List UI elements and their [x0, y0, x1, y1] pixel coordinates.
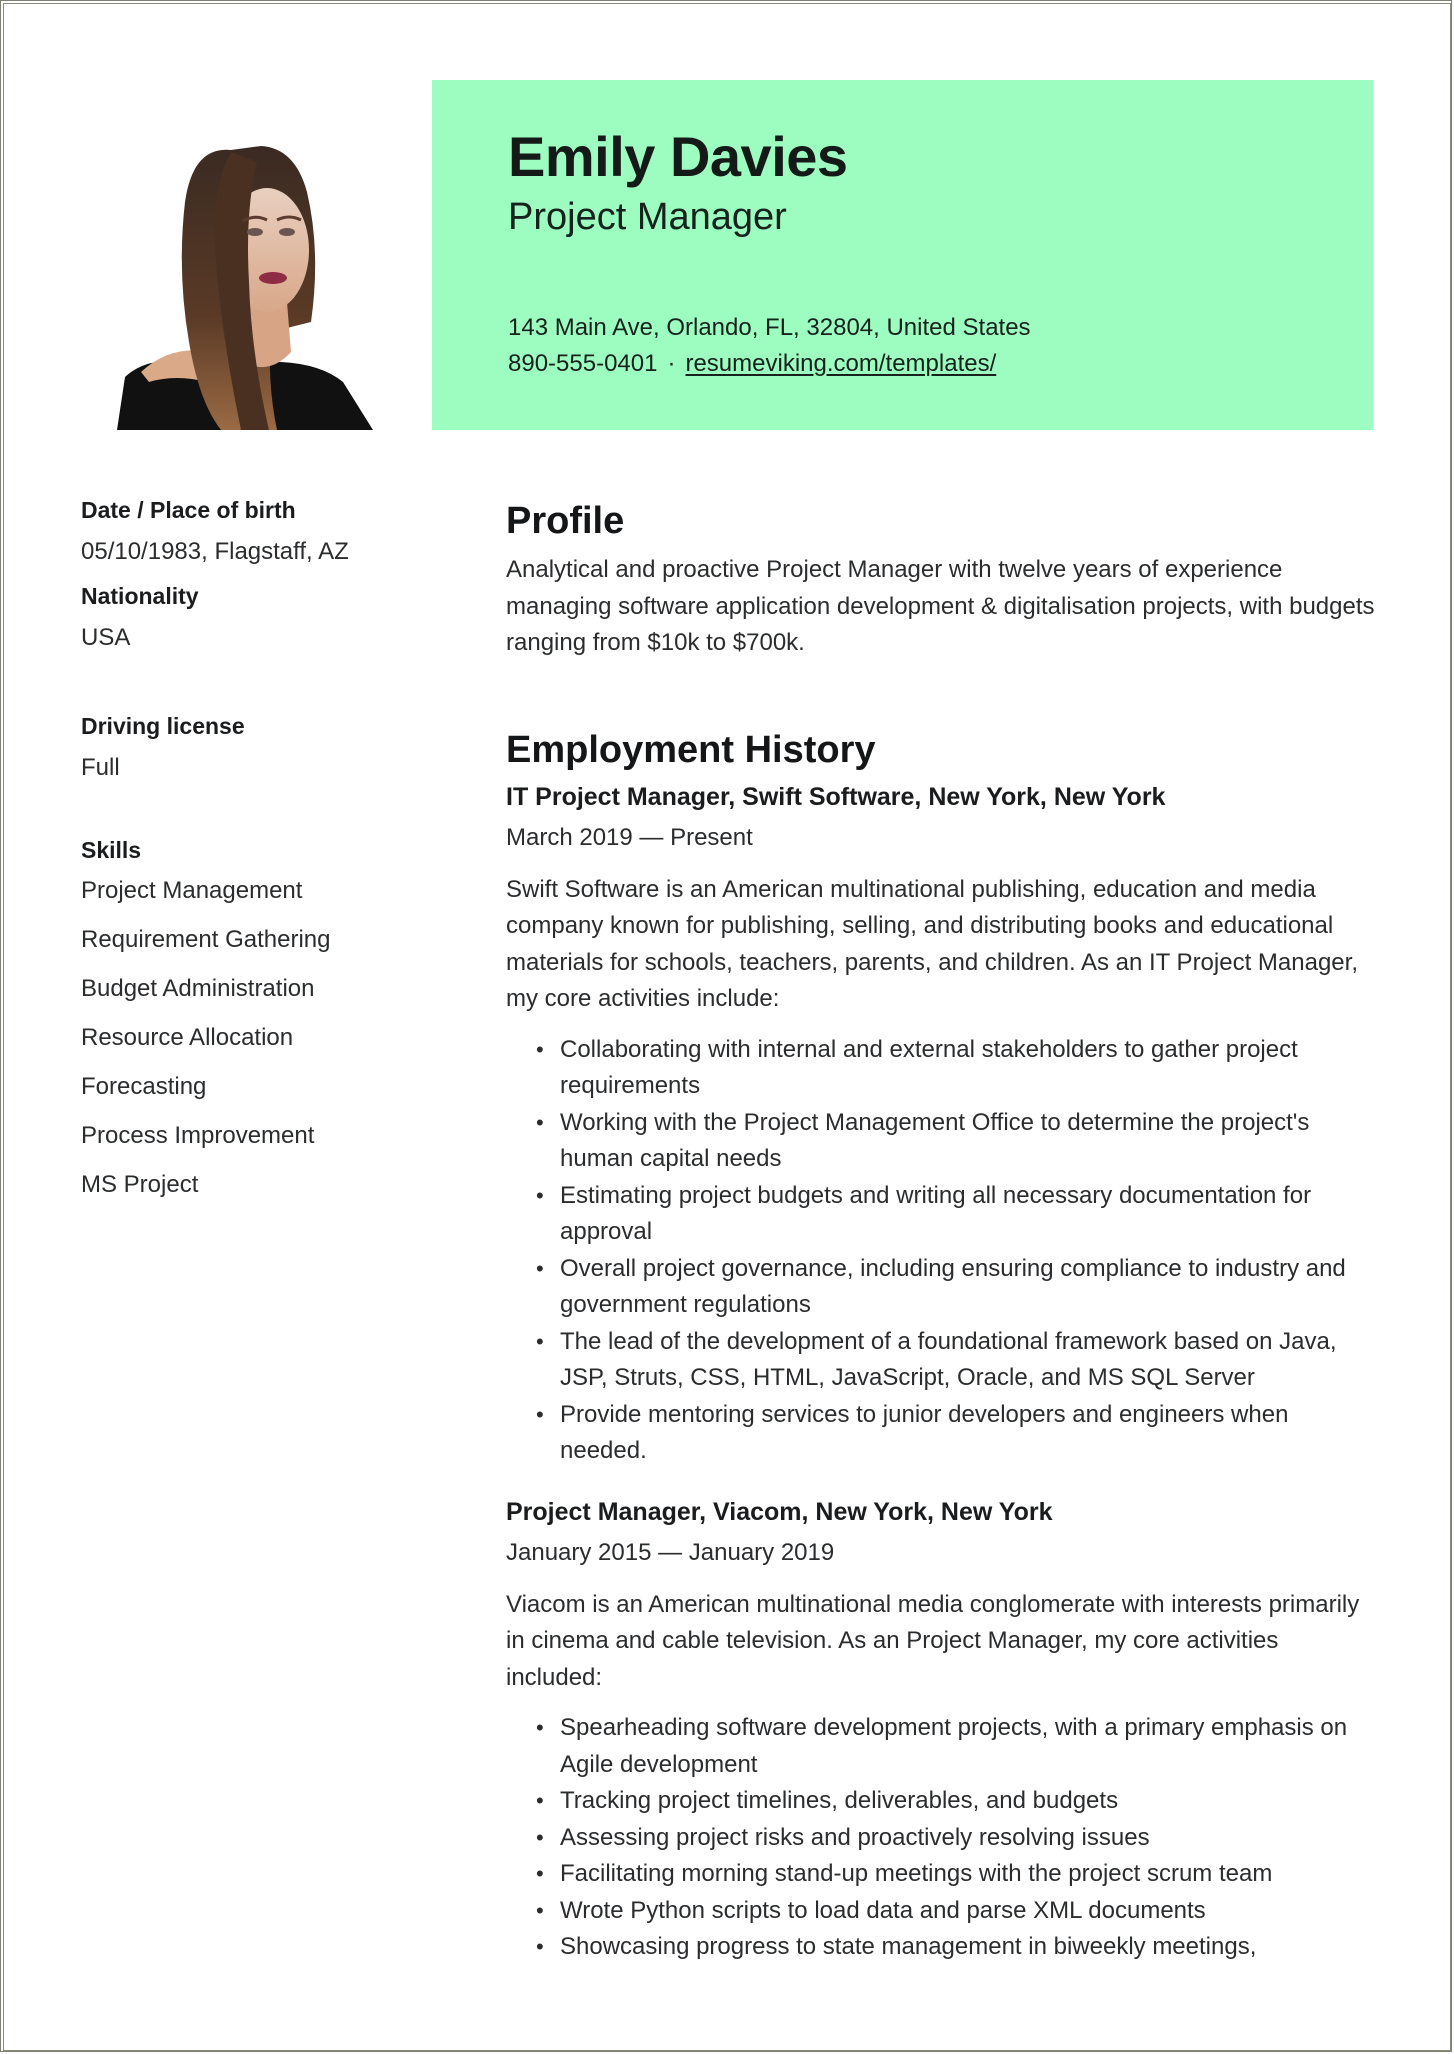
profile-summary: Analytical and proactive Project Manager…: [506, 556, 1375, 656]
skill-item: Requirement Gathering: [81, 926, 331, 953]
bullet-text: Estimating project budgets and writing a…: [560, 1181, 1312, 1246]
profile-heading: Profile: [506, 500, 625, 542]
nationality-value: USA: [81, 624, 131, 651]
job-bullets: • Spearheading software development proje…: [506, 1710, 1376, 1966]
birth-value: 05/10/1983, Flagstaff, AZ: [81, 538, 349, 565]
bullet-item: • Showcasing progress to state management…: [506, 1929, 1376, 1966]
bullet-item: • Overall project governance, including e…: [506, 1251, 1376, 1324]
contact-line: 890-555-0401 · resumeviking.com/templates/: [508, 350, 996, 378]
candidate-role: Project Manager: [508, 196, 787, 238]
driving-license-value: Full: [81, 754, 120, 781]
job-description: Viacom is an American multinational medi…: [506, 1590, 1360, 1691]
job-title: Project Manager, Viacom, New York, New Y…: [506, 1497, 1053, 1526]
bullet-item: • Provide mentoring services to junior de…: [506, 1397, 1376, 1470]
bullet-item: • The lead of the development of a founda…: [506, 1324, 1376, 1397]
bullet-icon: •: [536, 1401, 544, 1427]
bullet-text: The lead of the development of a foundat…: [560, 1327, 1337, 1392]
bullet-icon: •: [536, 1715, 544, 1740]
nationality-label: Nationality: [81, 583, 199, 609]
main-content: Profile Analytical and proactive Project…: [506, 496, 1376, 1966]
employment-heading: Employment History: [506, 728, 876, 771]
bullet-item: • Working with the Project Management Off…: [506, 1105, 1376, 1178]
bullet-text: Assessing project risks and proactively …: [560, 1823, 1150, 1851]
bullet-icon: •: [536, 1182, 544, 1208]
bullet-text: Overall project governance, including en…: [560, 1254, 1346, 1319]
bullet-item: • Tracking project timelines, deliverable…: [506, 1783, 1376, 1820]
bullet-text: Working with the Project Management Offi…: [560, 1108, 1310, 1173]
job-title: IT Project Manager, Swift Software, New …: [506, 782, 1166, 811]
website-link[interactable]: resumeviking.com/templates/: [685, 350, 996, 377]
job-entry: Project Manager, Viacom, New York, New Y…: [506, 1494, 1376, 1966]
bullet-text: Tracking project timelines, deliverables…: [560, 1787, 1119, 1814]
bullet-text: Spearheading software development projec…: [560, 1714, 1348, 1778]
bullet-icon: •: [536, 1328, 544, 1354]
sidebar: Date / Place of birth 05/10/1983, Flagst…: [81, 494, 411, 1217]
bullet-icon: •: [536, 1824, 544, 1850]
job-description: Swift Software is an American multinatio…: [506, 875, 1358, 1013]
job-dates: January 2015 — January 2019: [506, 1538, 835, 1566]
bullet-item: • Estimating project budgets and writing …: [506, 1178, 1376, 1251]
header-banner: Emily Davies Project Manager 143 Main Av…: [432, 80, 1373, 430]
bullet-icon: •: [536, 1788, 544, 1813]
bullet-item: • Facilitating morning stand-up meetings …: [506, 1856, 1376, 1893]
bullet-text: Collaborating with internal and external…: [560, 1035, 1298, 1100]
phone-number: 890-555-0401: [508, 350, 658, 377]
birth-label: Date / Place of birth: [81, 497, 296, 523]
job-dates: March 2019 — Present: [506, 823, 753, 851]
bullet-text: Provide mentoring services to junior dev…: [560, 1400, 1289, 1465]
job-entry: IT Project Manager, Swift Software, New …: [506, 779, 1376, 1470]
bullet-text: Showcasing progress to state management …: [560, 1933, 1257, 1960]
driving-license-label: Driving license: [81, 713, 245, 739]
bullet-icon: •: [536, 1934, 544, 1959]
bullet-item: • Assessing project risks and proactively…: [506, 1820, 1376, 1857]
skill-item: MS Project: [81, 1171, 199, 1198]
bullet-text: Wrote Python scripts to load data and pa…: [560, 1896, 1206, 1924]
bullet-icon: •: [536, 1861, 544, 1886]
candidate-name: Emily Davies: [508, 125, 848, 188]
skill-item: Project Management: [81, 877, 303, 904]
separator-dot: ·: [667, 350, 676, 377]
bullet-item: • Wrote Python scripts to load data and p…: [506, 1893, 1376, 1930]
bullet-icon: •: [536, 1109, 544, 1135]
portrait-icon: [81, 82, 381, 430]
bullet-icon: •: [536, 1255, 544, 1281]
bullet-text: Facilitating morning stand-up meetings w…: [560, 1860, 1273, 1887]
bullet-icon: •: [536, 1897, 544, 1923]
bullet-icon: •: [536, 1036, 544, 1062]
address: 143 Main Ave, Orlando, FL, 32804, United…: [508, 314, 1031, 341]
skill-item: Resource Allocation: [81, 1024, 294, 1051]
skill-item: Process Improvement: [81, 1122, 315, 1149]
profile-photo: [81, 82, 381, 430]
skills-label: Skills: [81, 837, 142, 863]
job-bullets: • Collaborating with internal and externa…: [506, 1032, 1376, 1470]
bullet-item: • Collaborating with internal and externa…: [506, 1032, 1376, 1105]
skill-item: Forecasting: [81, 1073, 207, 1100]
bullet-item: • Spearheading software development proje…: [506, 1710, 1376, 1783]
skill-item: Budget Administration: [81, 975, 315, 1002]
